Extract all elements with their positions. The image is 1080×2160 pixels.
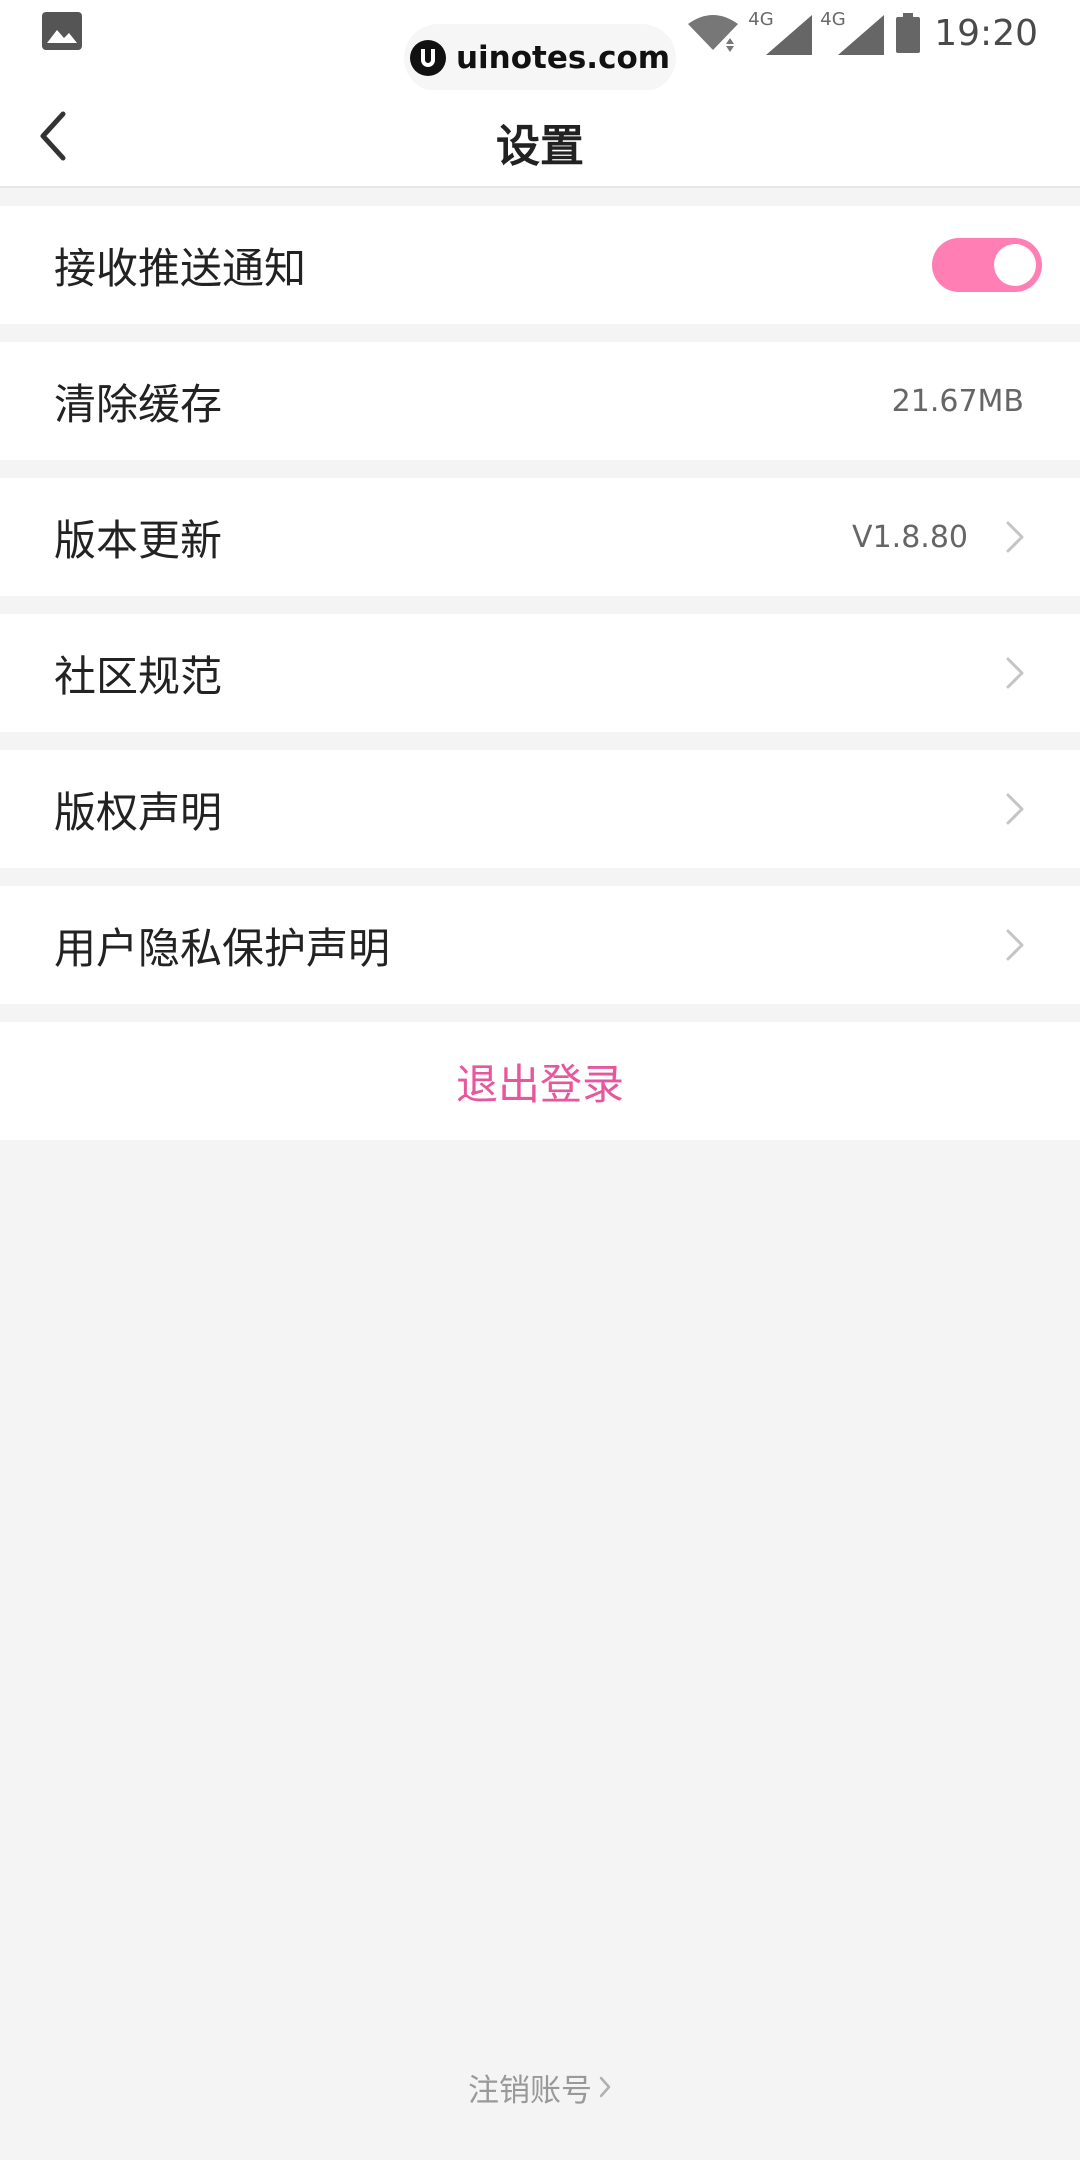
setting-label: 用户隐私保护声明 [54,923,391,973]
chevron-right-icon [1006,657,1024,689]
cell-signal-2: 4G [818,9,885,55]
battery-icon [896,13,921,53]
cancel-account-link[interactable]: 注销账号 [0,2062,1080,2112]
cache-size-value: 21.67MB [891,383,1024,419]
chevron-right-icon [1006,521,1024,553]
setting-version-update[interactable]: 版本更新 V1.8.80 [0,478,1080,596]
chevron-right-icon [599,2076,611,2098]
cancel-account-label: 注销账号 [468,2072,592,2109]
photo-icon [42,12,82,50]
clock: 19:20 [934,12,1038,54]
cell-signal-1: 4G [746,9,813,55]
status-indicators: 4G 4G 19:20 [686,9,1038,56]
version-value: V1.8.80 [852,519,968,555]
header: 设置 [0,90,1080,188]
watermark-text: uinotes.com [455,40,671,76]
cell-signal-icon [838,15,885,55]
setting-label: 版权声明 [54,787,223,837]
setting-label: 版本更新 [54,515,223,565]
setting-copyright-statement[interactable]: 版权声明 [0,750,1080,868]
uinotes-logo-icon [409,40,446,76]
setting-label: 社区规范 [54,651,223,701]
settings-list: 接收推送通知 清除缓存 21.67MB 版本更新 V1.8.80 社区规范 版权… [0,206,1080,1140]
push-notification-toggle[interactable] [932,238,1042,292]
wifi-icon [688,15,739,52]
page-title: 设置 [496,121,584,172]
setting-community-guidelines[interactable]: 社区规范 [0,614,1080,732]
cell-signal-icon [766,15,813,55]
status-bar: uinotes.com 4G 4G 19:20 [0,0,1080,92]
setting-clear-cache[interactable]: 清除缓存 21.67MB [0,342,1080,460]
logout-label: 退出登录 [455,1059,624,1109]
chevron-right-icon [1006,929,1024,961]
watermark: uinotes.com [404,24,676,92]
setting-label: 接收推送通知 [54,243,307,293]
toggle-knob [994,244,1036,286]
logout-button[interactable]: 退出登录 [0,1022,1080,1140]
chevron-right-icon [1006,793,1024,825]
setting-label: 清除缓存 [54,379,223,429]
setting-push-notifications: 接收推送通知 [0,206,1080,324]
setting-privacy-statement[interactable]: 用户隐私保护声明 [0,886,1080,1004]
